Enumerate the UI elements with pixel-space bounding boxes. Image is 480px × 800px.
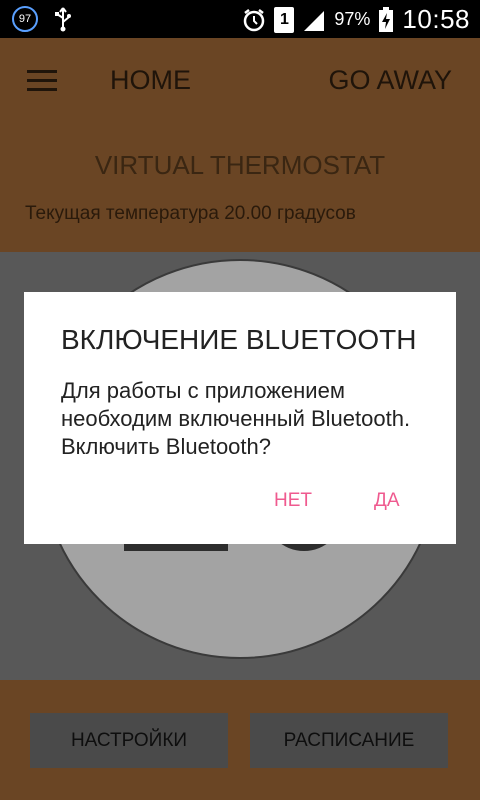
sim-indicator: 1	[274, 6, 295, 33]
dialog-no-button[interactable]: НЕТ	[274, 490, 312, 512]
app-bar: HOME GO AWAY VIRTUAL THERMOSTAT Текущая …	[0, 38, 480, 252]
app-title: VIRTUAL THERMOSTAT	[94, 150, 386, 180]
dialog-title: ВКЛЮЧЕНИЕ BLUETOOTH	[61, 324, 417, 355]
menu-icon[interactable]	[27, 70, 57, 92]
status-right: 1 97% 10:58	[242, 4, 470, 35]
usb-icon	[55, 7, 71, 32]
status-left: 97	[12, 6, 74, 32]
schedule-button[interactable]: РАСПИСАНИЕ	[250, 713, 448, 768]
status-bar: 97 1 97% 10:58	[0, 0, 480, 38]
home-tab[interactable]: HOME	[110, 65, 191, 96]
dialog-message: Для работы с приложением необходим включ…	[61, 378, 411, 459]
current-temperature: Текущая температура 20.00 градусов	[25, 203, 356, 224]
go-away-tab[interactable]: GO AWAY	[328, 65, 452, 96]
battery-charging-icon	[379, 6, 394, 32]
dialog-yes-button[interactable]: ДА	[374, 490, 400, 512]
bluetooth-dialog: ВКЛЮЧЕНИЕ BLUETOOTH Для работы с приложе…	[24, 292, 456, 544]
bottom-bar: НАСТРОЙКИ РАСПИСАНИЕ	[0, 680, 480, 800]
alarm-icon	[244, 8, 265, 31]
settings-button[interactable]: НАСТРОЙКИ	[30, 713, 228, 768]
battery-percent: 97%	[334, 9, 371, 29]
notification-badge: 97	[12, 6, 38, 32]
clock: 10:58	[402, 4, 470, 34]
signal-icon	[304, 10, 325, 31]
